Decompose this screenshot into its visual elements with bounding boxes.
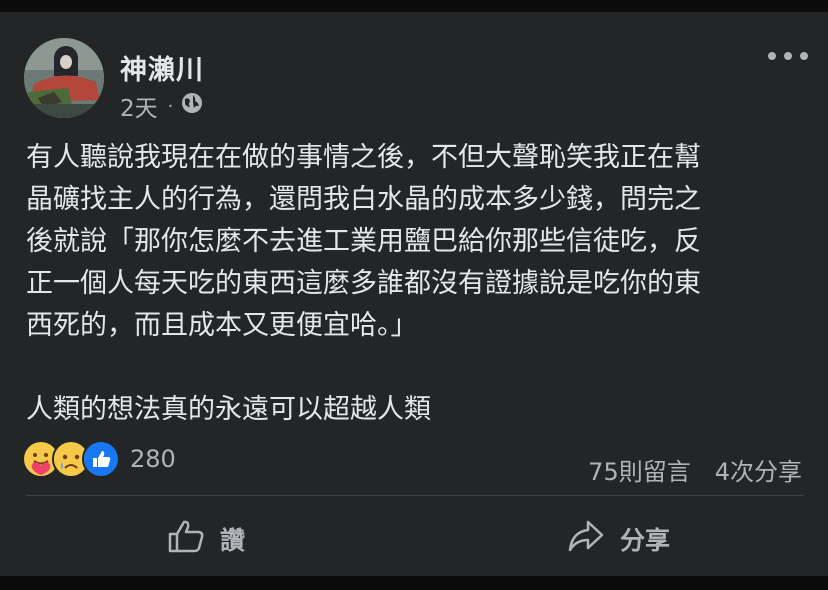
more-options-icon[interactable]: [768, 46, 808, 66]
post-card: 神瀨川 2天 · 有人聽說我現在在做的事情之後，不但大聲恥笑我正在幫 晶礦找主人…: [0, 12, 828, 576]
meta-separator: ·: [167, 95, 174, 117]
share-arrow-icon: [566, 516, 606, 562]
avatar[interactable]: [24, 38, 104, 118]
post-time[interactable]: 2天: [120, 89, 158, 123]
post-body: 有人聽說我現在在做的事情之後，不但大聲恥笑我正在幫 晶礦找主人的行為，還問我白水…: [26, 142, 701, 425]
engagement-stats: 75則留言 4次分享: [588, 452, 802, 487]
like-label: 讚: [220, 526, 246, 555]
thumbs-up-icon: [166, 516, 206, 562]
author-name[interactable]: 神瀨川: [120, 48, 204, 87]
reaction-count: 280: [130, 445, 176, 473]
action-bar: 讚 分享: [0, 509, 828, 569]
post-meta: 2天 ·: [120, 89, 203, 123]
like-icon: [82, 440, 120, 478]
reactions-summary[interactable]: 280: [22, 440, 176, 478]
globe-icon: [181, 92, 203, 120]
divider: [26, 495, 804, 496]
share-label: 分享: [620, 526, 671, 555]
comment-count[interactable]: 75則留言: [588, 452, 691, 487]
share-count[interactable]: 4次分享: [715, 452, 802, 487]
share-button[interactable]: 分享: [566, 509, 670, 569]
like-button[interactable]: 讚: [166, 509, 245, 569]
